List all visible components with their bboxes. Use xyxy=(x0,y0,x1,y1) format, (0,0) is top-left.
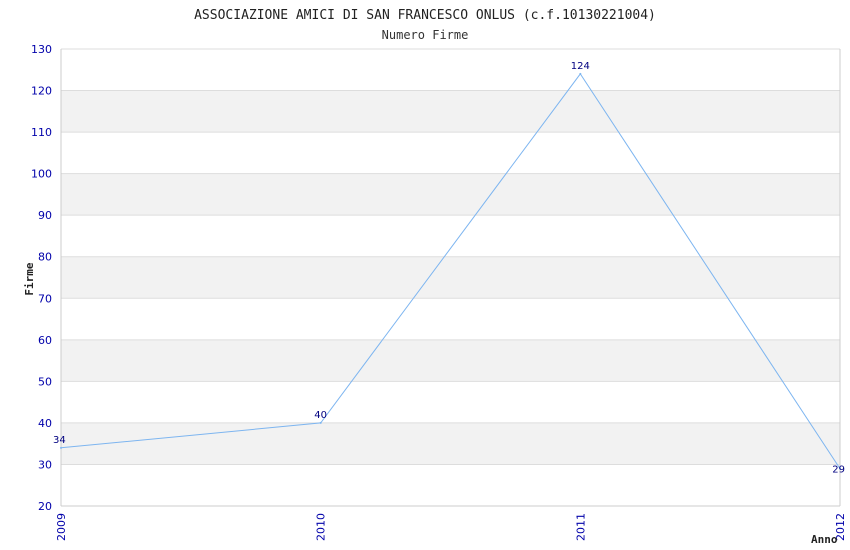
x-tick-label: 2010 xyxy=(315,513,328,541)
plot-band xyxy=(61,339,840,382)
data-label: 34 xyxy=(53,435,66,446)
plot-band xyxy=(61,173,840,216)
data-point xyxy=(579,72,582,75)
chart-subtitle: Numero Firme xyxy=(382,28,469,42)
x-tick-labels: 2009 2010 2011 2012 xyxy=(55,513,847,541)
data-label: 124 xyxy=(571,61,590,72)
y-tick-label: 120 xyxy=(31,85,52,98)
y-tick-label: 110 xyxy=(31,126,52,139)
plot-band xyxy=(61,422,840,465)
data-point xyxy=(319,421,322,424)
chart-title: ASSOCIAZIONE AMICI DI SAN FRANCESCO ONLU… xyxy=(194,8,656,23)
y-tick-label: 90 xyxy=(38,209,52,222)
x-axis-title: Anno xyxy=(811,533,838,546)
x-tick-label: 2009 xyxy=(55,513,68,541)
y-tick-label: 70 xyxy=(38,292,52,305)
y-tick-label: 20 xyxy=(38,500,52,513)
chart: 20 30 40 50 60 70 80 90 100 110 120 130 2009 2010 201… xyxy=(23,8,847,546)
data-label: 29 xyxy=(832,465,845,476)
y-tick-label: 80 xyxy=(38,251,52,264)
data-point xyxy=(60,446,62,449)
plot-bands xyxy=(61,49,840,506)
y-tick-label: 50 xyxy=(38,375,52,388)
plot-band xyxy=(61,256,840,299)
y-tick-label: 60 xyxy=(38,334,52,347)
y-tick-label: 130 xyxy=(31,43,52,56)
y-axis-title: Firme xyxy=(23,262,36,295)
y-tick-label: 30 xyxy=(38,458,52,471)
data-label: 40 xyxy=(314,410,327,421)
y-tick-label: 100 xyxy=(31,168,52,181)
x-tick-label: 2011 xyxy=(574,513,587,541)
plot-band xyxy=(61,90,840,133)
y-tick-label: 40 xyxy=(38,417,52,430)
